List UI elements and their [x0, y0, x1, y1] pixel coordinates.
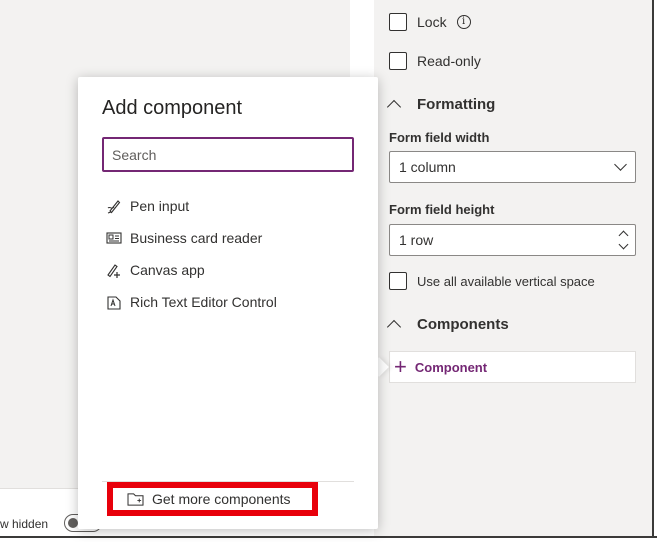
pen-icon	[107, 200, 121, 214]
readonly-checkbox[interactable]	[389, 52, 407, 70]
form-field-width-value: 1 column	[399, 159, 456, 175]
component-item-rich-text-editor[interactable]: Rich Text Editor Control	[106, 286, 277, 318]
component-item-canvas-app[interactable]: Canvas app	[106, 254, 277, 286]
plus-icon: +	[394, 354, 407, 379]
formatting-header-label: Formatting	[417, 96, 496, 113]
chevron-up-icon	[386, 319, 402, 335]
show-hidden-label: w hidden	[0, 517, 49, 531]
canvas-app-icon	[107, 264, 120, 278]
spin-buttons[interactable]	[613, 225, 635, 255]
form-field-height-stepper[interactable]: 1 row	[389, 224, 636, 256]
folder-icon	[127, 492, 144, 506]
component-item-label: Pen input	[130, 198, 190, 214]
component-list: Pen input Business card reader Canvas ap…	[106, 190, 277, 318]
form-field-height-label: Form field height	[389, 202, 495, 217]
lock-checkbox[interactable]	[389, 13, 407, 31]
component-item-business-card-reader[interactable]: Business card reader	[106, 222, 277, 254]
info-icon[interactable]: i	[456, 15, 471, 29]
use-vertical-space-label: Use all available vertical space	[417, 273, 595, 289]
window-frame-right	[652, 0, 657, 542]
get-more-components-button[interactable]: Get more components	[107, 482, 318, 516]
formatting-section-header[interactable]: Formatting	[386, 96, 496, 115]
flyout-title: Add component	[102, 97, 243, 119]
use-vertical-space-checkbox[interactable]	[389, 272, 407, 290]
component-button-label: Component	[414, 359, 488, 375]
use-vertical-space-row[interactable]: Use all available vertical space	[389, 272, 595, 290]
add-component-flyout: Add component Pen input Business card re…	[78, 77, 378, 529]
chevron-down-icon	[614, 158, 627, 171]
form-field-width-dropdown[interactable]: 1 column	[389, 151, 636, 183]
rich-text-icon	[107, 296, 121, 310]
chevron-up-icon	[386, 99, 402, 115]
business-card-icon	[106, 232, 122, 244]
component-item-label: Business card reader	[130, 230, 263, 246]
component-search-input[interactable]	[102, 137, 354, 172]
component-item-pen-input[interactable]: Pen input	[106, 190, 277, 222]
components-header-label: Components	[417, 316, 509, 333]
readonly-row[interactable]: Read-only	[389, 52, 481, 70]
chevron-down-icon[interactable]	[618, 239, 629, 250]
get-more-components-label: Get more components	[152, 491, 291, 507]
form-field-width-label: Form field width	[389, 130, 490, 145]
component-item-label: Rich Text Editor Control	[130, 294, 277, 310]
readonly-label: Read-only	[417, 53, 481, 69]
components-section-header[interactable]: Components	[386, 316, 509, 335]
lock-label: Lock	[417, 14, 447, 30]
lock-row[interactable]: Lock i	[389, 13, 471, 31]
form-field-height-value: 1 row	[399, 232, 434, 248]
add-component-button[interactable]: + Component	[389, 351, 636, 383]
component-item-label: Canvas app	[130, 262, 205, 278]
window-frame-bottom	[0, 536, 657, 542]
properties-panel: Lock i Read-only Formatting Form field w…	[374, 0, 654, 538]
